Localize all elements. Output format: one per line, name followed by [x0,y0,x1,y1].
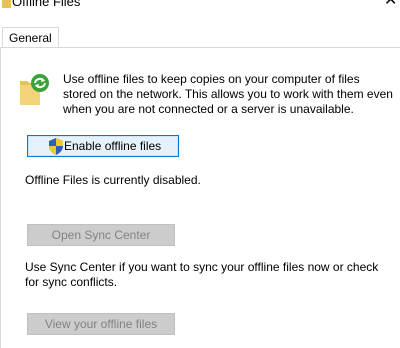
sync-center-description: Use Sync Center if you want to sync your… [25,260,379,289]
open-sync-center-button[interactable]: Open Sync Center [27,224,175,246]
window-title: Offline Files [12,0,81,9]
enable-offline-files-button[interactable]: Enable offline files [27,135,179,157]
offline-folder-sync-icon [20,74,49,105]
close-icon[interactable]: ✕ [384,0,397,10]
enable-offline-files-label: Enable offline files [64,139,162,153]
status-text: Offline Files is currently disabled. [25,173,201,187]
tab-general[interactable]: General [2,27,59,48]
tab-strip: General [0,27,400,48]
folder-icon [2,0,11,8]
offline-files-description: Use offline files to keep copies on your… [63,72,393,116]
uac-shield-icon [49,138,63,155]
title-bar: Offline Files ✕ [0,0,400,16]
view-offline-files-button[interactable]: View your offline files [27,313,175,335]
